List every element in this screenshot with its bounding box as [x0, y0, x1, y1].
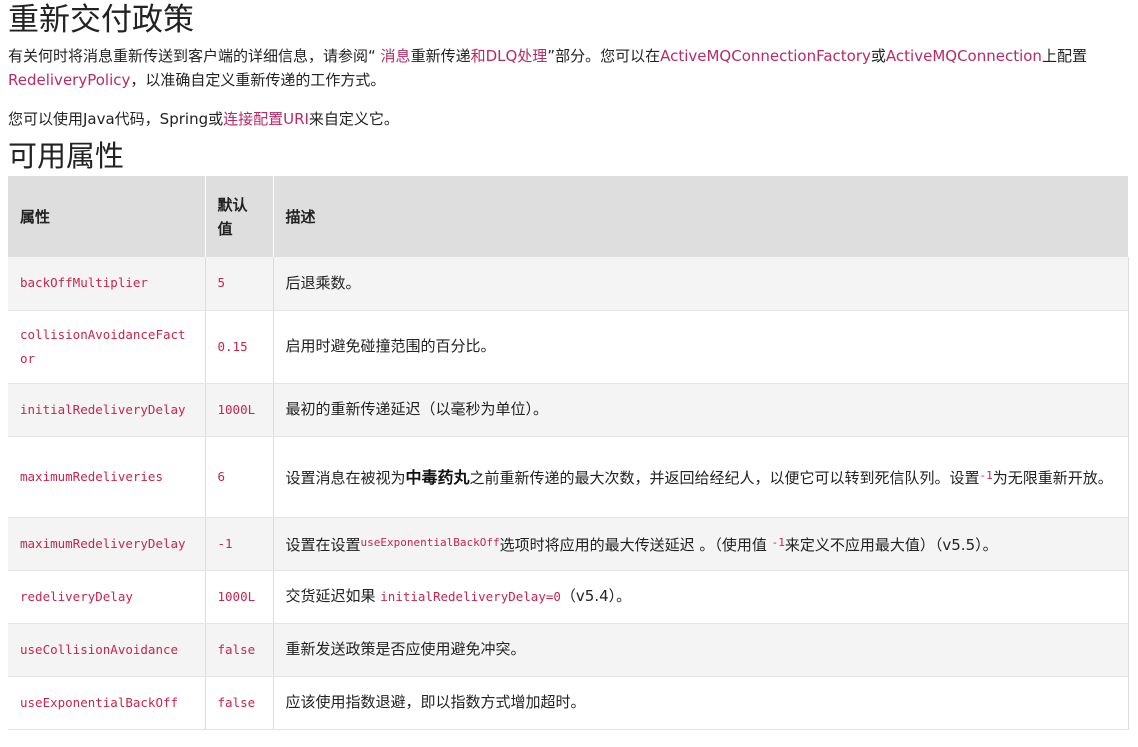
description-cell: 启用时避免碰撞范围的百分比。 [273, 310, 1129, 384]
intro-text: 上配置 [1041, 47, 1087, 65]
description-text: 设置消息在被视为 [285, 468, 406, 487]
header-default: 默认值 [205, 176, 274, 257]
activemq-connection-link[interactable]: ActiveMQConnection [886, 47, 1042, 65]
description-cell: 最初的重新传递延迟（以毫秒为单位）。 [273, 383, 1129, 437]
header-property: 属性 [8, 176, 206, 257]
table-row: collisionAvoidanceFactor 0.15 启用时避免碰撞范围的… [8, 310, 1129, 384]
intro-text: ”部分。您可以在 [547, 47, 661, 65]
description-cell: 设置在设置useExponentialBackOff选项时将应用的最大传送延迟 … [273, 517, 1129, 571]
table-row: backOffMultiplier 5 后退乘数。 [8, 257, 1129, 311]
poison-pill-term: 中毒药丸 [405, 467, 470, 487]
description-cell: 重新发送政策是否应使用避免冲突。 [273, 623, 1129, 677]
table-row: maximumRedeliveries 6 设置消息在被视为中毒药丸之前重新传递… [8, 436, 1129, 518]
connection-config-uri-link[interactable]: 连接配置URI [223, 110, 309, 128]
page-content: 重新交付政策 有关何时将消息重新传送到客户端的详细信息，请参阅“ 消息重新传递和… [0, 0, 1138, 730]
message-link[interactable]: 消息 [376, 47, 411, 65]
default-cell: 1000L [205, 383, 274, 437]
property-cell: backOffMultiplier [8, 257, 206, 311]
property-cell: initialRedeliveryDelay [8, 383, 206, 437]
property-cell: maximumRedeliveryDelay [8, 517, 206, 571]
redelivery-policy-link[interactable]: RedeliveryPolicy [8, 71, 130, 89]
description-text: （v5.4）。 [560, 587, 632, 605]
default-cell: false [205, 623, 274, 677]
default-cell: -1 [205, 517, 274, 571]
default-cell: 5 [205, 257, 274, 311]
description-text: 交货延迟如果 [285, 587, 381, 605]
intro-text: 来自定义它。 [308, 110, 399, 128]
default-cell: false [205, 676, 274, 730]
default-cell: 6 [205, 436, 274, 518]
dlq-handling-link[interactable]: 和DLQ处理 [471, 47, 548, 65]
table-row: redeliveryDelay 1000L 交货延迟如果 initialRede… [8, 570, 1129, 624]
header-default-label: 默认值 [217, 195, 248, 238]
table-header-row: 属性 默认值 描述 [8, 176, 1129, 257]
intro-text: ，以准确自定义重新传递的工作方式。 [130, 71, 386, 89]
inline-code: -1 [771, 535, 785, 549]
table-row: maximumRedeliveryDelay -1 设置在设置useExpone… [8, 517, 1129, 571]
description-text: 设置在设置 [285, 535, 361, 554]
property-cell: maximumRedeliveries [8, 436, 206, 518]
property-cell: redeliveryDelay [8, 570, 206, 624]
intro-text: 有关何时将消息重新传送到客户端的详细信息，请参阅“ [8, 47, 376, 65]
description-text: 之前重新传递的最大次数，并返回给经纪人，以便它可以转到死信队列。设置 [469, 468, 980, 487]
description-cell: 应该使用指数退避，即以指数方式增加超时。 [273, 676, 1129, 730]
property-cell: collisionAvoidanceFactor [8, 310, 206, 384]
table-row: useCollisionAvoidance false 重新发送政策是否应使用避… [8, 623, 1129, 677]
inline-code: initialRedeliveryDelay=0 [380, 589, 561, 604]
description-cell: 后退乘数。 [273, 257, 1129, 311]
inline-code: -1 [979, 468, 993, 482]
page-title: 重新交付政策 [8, 2, 194, 38]
table-row: useExponentialBackOff false 应该使用指数退避，即以指… [8, 676, 1129, 730]
header-description: 描述 [273, 176, 1129, 257]
section-title: 可用属性 [8, 139, 125, 173]
intro-paragraph-1: 有关何时将消息重新传送到客户端的详细信息，请参阅“ 消息重新传递和DLQ处理”部… [8, 44, 1128, 92]
description-text: 为无限重新开放。 [992, 468, 1113, 487]
intro-text: 重新传递 [410, 47, 471, 65]
description-cell: 设置消息在被视为中毒药丸之前重新传递的最大次数，并返回给经纪人，以便它可以转到死… [273, 436, 1129, 518]
intro-text: 或 [870, 47, 886, 65]
default-cell: 1000L [205, 570, 274, 624]
activemq-connection-factory-link[interactable]: ActiveMQConnectionFactory [660, 47, 871, 65]
description-cell: 交货延迟如果 initialRedeliveryDelay=0（v5.4）。 [273, 570, 1129, 624]
property-cell: useExponentialBackOff [8, 676, 206, 730]
table-row: initialRedeliveryDelay 1000L 最初的重新传递延迟（以… [8, 383, 1129, 437]
properties-table: 属性 默认值 描述 backOffMultiplier 5 后退乘数。 coll… [8, 176, 1129, 730]
description-text: 来定义不应用最大值）（v5.5）。 [784, 535, 998, 554]
description-text: 选项时将应用的最大传送延迟 。（使用值 [499, 535, 772, 554]
intro-text: 您可以使用Java代码，Spring或 [8, 110, 224, 128]
intro-paragraph-2: 您可以使用Java代码，Spring或连接配置URI来自定义它。 [8, 107, 1128, 131]
inline-code: useExponentialBackOff [360, 535, 500, 549]
property-cell: useCollisionAvoidance [8, 623, 206, 677]
default-cell: 0.15 [205, 310, 274, 384]
